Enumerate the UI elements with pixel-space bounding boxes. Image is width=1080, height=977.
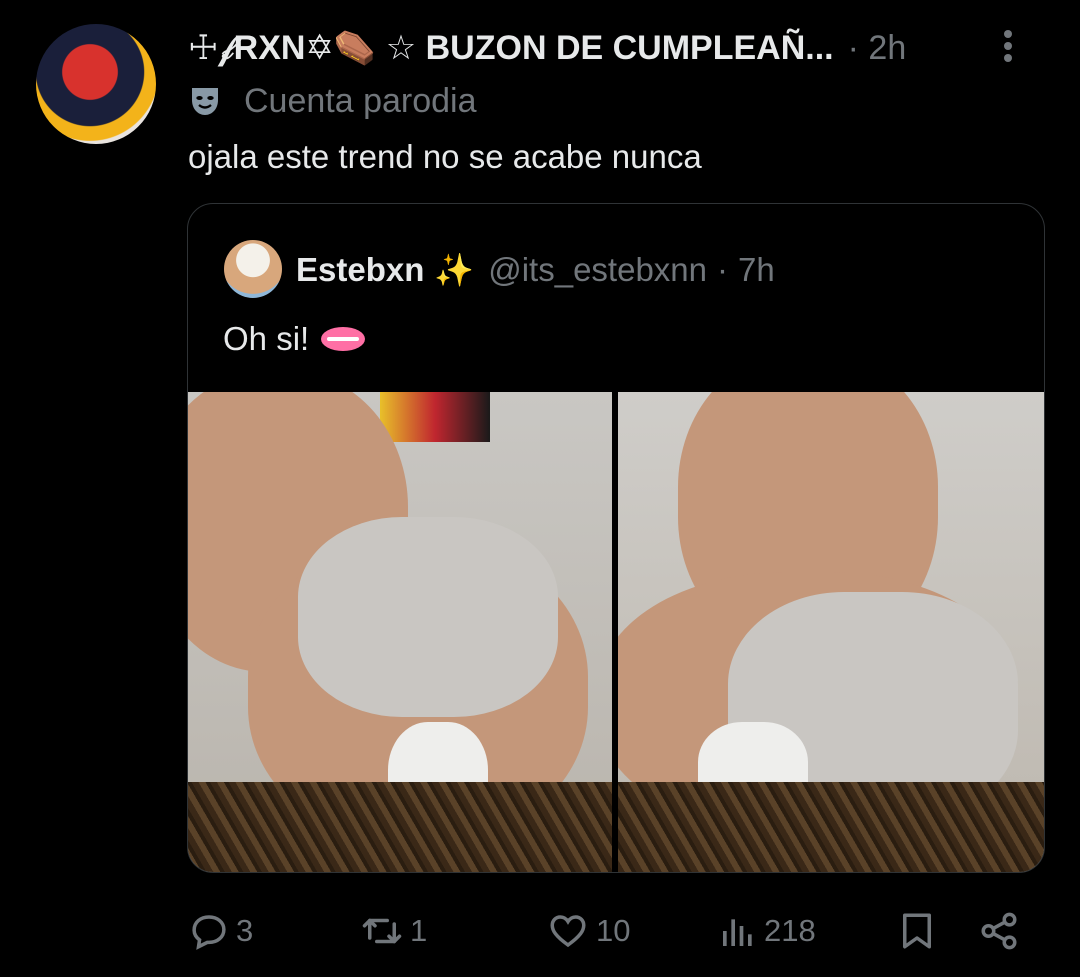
like-button[interactable]: 10 [546,905,630,957]
timestamp-separator: · [847,28,859,67]
photo-garment [298,517,558,717]
author-avatar[interactable] [36,24,156,144]
reply-button[interactable]: 3 [188,905,253,957]
repost-icon [362,918,402,944]
more-icon[interactable] [1002,26,1014,70]
parody-label: Cuenta parodia [244,81,477,120]
reply-count: 3 [236,913,254,948]
quote-text-row: Oh si! [223,320,366,358]
photo-rug [618,782,1044,872]
quote-author-name[interactable]: Estebxn [296,251,424,289]
parody-badge: Cuenta parodia [188,80,477,122]
post-text: ojala este trend no se acabe nunca [188,138,702,175]
quote-separator: · [717,251,729,288]
like-icon [550,915,586,948]
like-count: 10 [596,913,631,948]
bookmark-icon [903,913,931,949]
quote-author-handle[interactable]: @its_estebxnn [488,251,707,289]
quoted-post[interactable]: Estebxn ✨ @its_estebxnn · 7h Oh si! [187,203,1045,873]
share-button[interactable] [978,905,1020,957]
views-button[interactable]: 218 [718,905,816,957]
post-timestamp[interactable]: · 2h [848,29,907,68]
reply-icon [192,915,226,950]
share-icon [981,912,1017,950]
sparkles-emoji: ✨ [434,252,475,288]
action-bar: 3 1 10 218 [188,905,1062,957]
quote-time[interactable]: 7h [738,251,775,289]
wall-poster [380,392,490,442]
views-count: 218 [764,913,816,948]
bookmark-button[interactable] [896,905,938,957]
post-header: ☩𝒻RXN✡⚰️ ☆ BUZON DE CUMPLEAÑ... · 2h [188,26,1060,70]
quote-header: Estebxn ✨ @its_estebxnn · 7h [296,248,775,292]
quote-text: Oh si! [223,320,310,357]
repost-count: 1 [410,913,428,948]
quote-photo-2[interactable] [618,392,1044,872]
lips-emoji [321,327,366,351]
repost-button[interactable]: 1 [360,905,427,957]
quote-author-avatar[interactable] [224,240,282,298]
views-icon [723,919,752,946]
quote-photo-1[interactable] [188,392,612,872]
parody-mask-icon [192,88,218,115]
author-name[interactable]: ☩𝒻RXN✡⚰️ ☆ BUZON DE CUMPLEAÑ... [188,28,834,68]
photo-rug [188,782,612,872]
post-time: 2h [868,28,907,67]
